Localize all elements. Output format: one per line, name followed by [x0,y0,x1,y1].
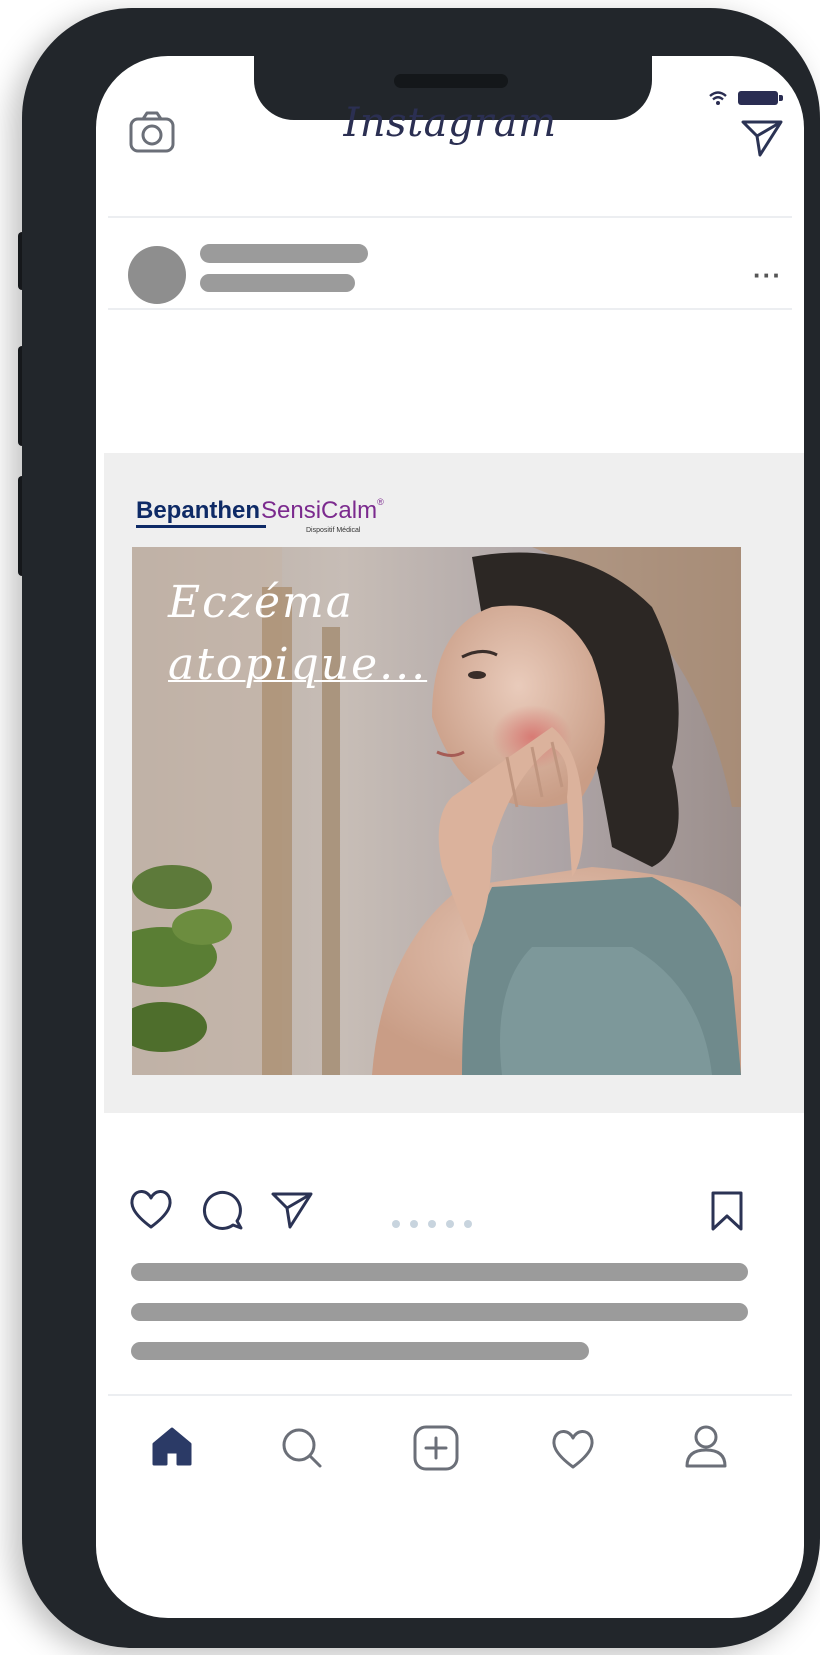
comment-icon[interactable] [200,1188,244,1232]
header-divider [108,216,792,218]
add-post-icon[interactable] [412,1424,460,1472]
comments-placeholder [131,1342,589,1360]
carousel-dot [428,1220,436,1228]
search-icon[interactable] [280,1426,324,1470]
likes-placeholder [131,1263,748,1281]
nav-divider [108,1394,792,1396]
avatar[interactable] [128,246,186,304]
phone-frame: Instagram ··· BepanthenSensiCalm® Dispos… [22,8,820,1648]
speaker-grille [394,74,508,88]
overlay-text-line1: Eczéma [168,577,354,628]
share-icon[interactable] [270,1190,314,1230]
username-placeholder [200,244,368,263]
more-icon[interactable]: ··· [753,260,782,291]
carousel-dot [464,1220,472,1228]
bookmark-icon[interactable] [710,1190,744,1232]
brand-underline [136,525,266,528]
overlay-text-line2: atopique... [168,639,428,690]
heart-icon[interactable] [128,1188,174,1230]
home-icon[interactable] [150,1426,194,1466]
brand-name-primary: Bepanthen [136,497,261,524]
activity-icon[interactable] [550,1428,596,1470]
brand-subtitle: Dispositif Médical [306,527,361,534]
instagram-logo: Instagram [343,100,557,146]
post-photo: Eczéma atopique... [132,547,741,1075]
caption-placeholder [131,1303,748,1321]
post-header-divider [108,308,792,310]
ad-creative[interactable]: BepanthenSensiCalm® Dispositif Médical E… [104,453,804,1113]
location-placeholder [200,274,355,292]
carousel-indicator [392,1220,472,1228]
registered-mark: ® [377,497,384,507]
direct-message-icon[interactable] [740,118,784,158]
phone-screen: Instagram ··· BepanthenSensiCalm® Dispos… [96,56,804,1618]
brand-name-secondary: SensiCalm [261,497,378,524]
carousel-dot [392,1220,400,1228]
profile-icon[interactable] [684,1424,728,1468]
brand-logo: BepanthenSensiCalm® [136,497,384,525]
carousel-dot [446,1220,454,1228]
carousel-dot [410,1220,418,1228]
